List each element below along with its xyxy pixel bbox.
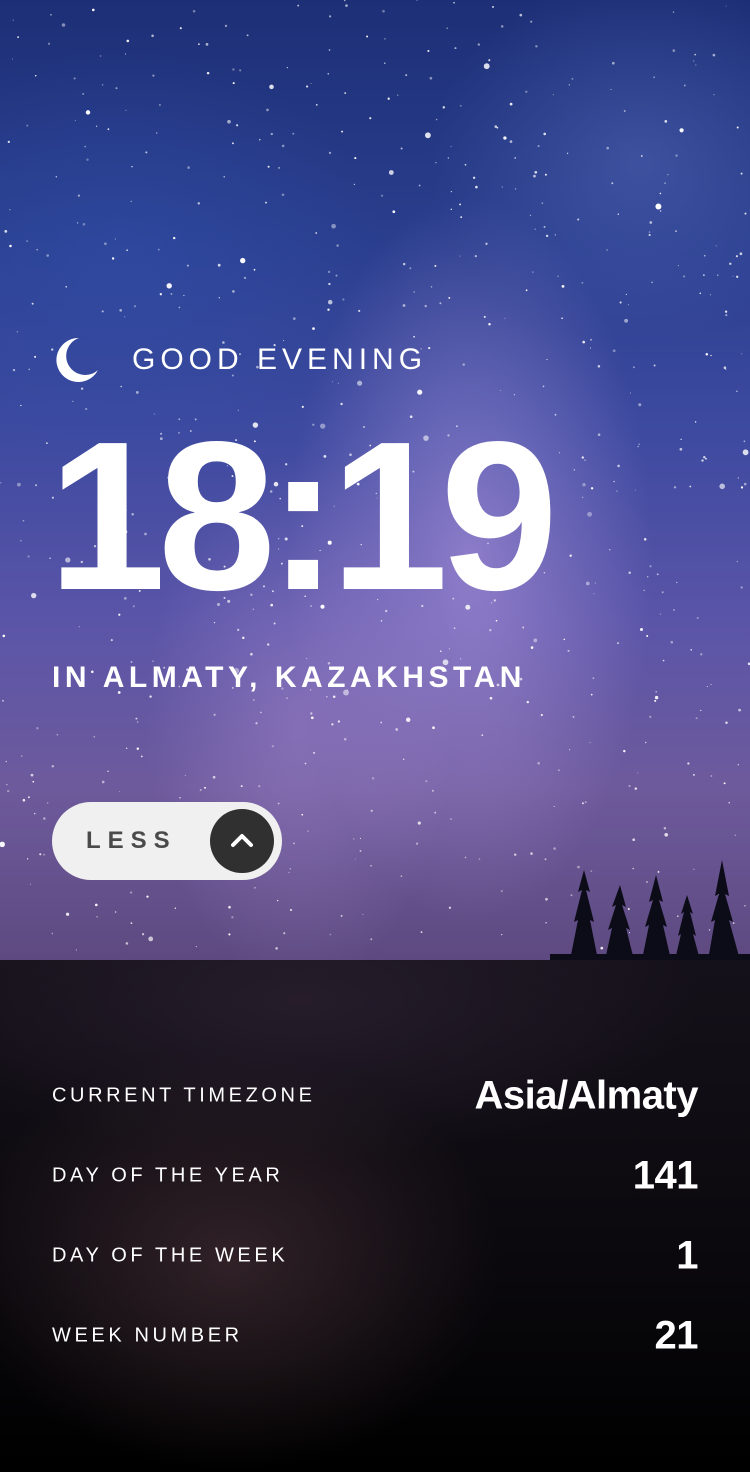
toggle-circle[interactable] xyxy=(210,809,274,873)
day-of-year-label: DAY OF THE YEAR xyxy=(52,1164,284,1187)
week-number-label: WEEK NUMBER xyxy=(52,1324,243,1347)
location-text: IN ALMATY, KAZAKHSTAN xyxy=(52,661,526,694)
day-of-year-value: 141 xyxy=(632,1153,699,1198)
moon-icon xyxy=(56,337,98,382)
hero-background: GOOD EVENING 18:19 IN ALMATY, KAZAKHSTAN… xyxy=(0,0,750,960)
timezone-row: CURRENT TIMEZONE Asia/Almaty xyxy=(52,1066,699,1126)
greeting: GOOD EVENING xyxy=(52,336,427,384)
treeline-silhouette xyxy=(550,860,750,960)
timezone-value: Asia/Almaty xyxy=(474,1073,699,1118)
current-time: 18:19 xyxy=(48,397,558,634)
day-of-year-row: DAY OF THE YEAR 141 xyxy=(52,1146,699,1206)
timezone-label: CURRENT TIMEZONE xyxy=(52,1084,316,1107)
week-number-value: 21 xyxy=(654,1313,699,1358)
chevron-up-icon xyxy=(231,834,253,847)
clock-app: GOOD EVENING 18:19 IN ALMATY, KAZAKHSTAN… xyxy=(0,0,750,1472)
toggle-label: LESS xyxy=(86,827,177,854)
greeting-text: GOOD EVENING xyxy=(132,343,428,376)
day-of-week-value: 1 xyxy=(676,1233,698,1278)
details-panel: CURRENT TIMEZONE Asia/Almaty DAY OF THE … xyxy=(0,960,750,1472)
week-number-row: WEEK NUMBER 21 xyxy=(52,1306,698,1366)
less-toggle-button[interactable]: LESS xyxy=(52,802,282,880)
day-of-week-label: DAY OF THE WEEK xyxy=(52,1244,289,1267)
day-of-week-row: DAY OF THE WEEK 1 xyxy=(52,1226,698,1286)
